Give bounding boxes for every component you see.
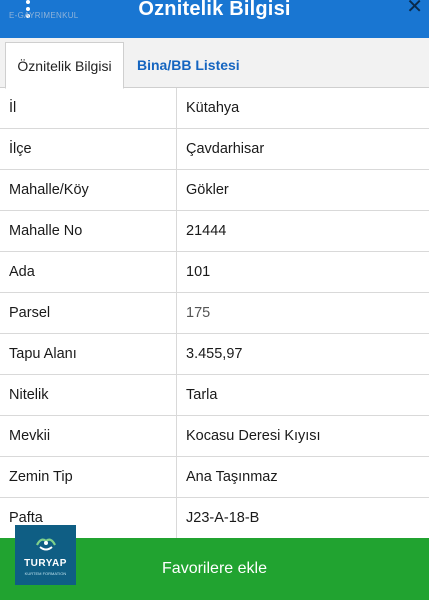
table-row: Mevkii Kocasu Deresi Kıyısı xyxy=(0,416,429,457)
column-divider xyxy=(176,334,177,374)
column-divider xyxy=(176,170,177,210)
row-value: Gökler xyxy=(186,182,229,198)
logo-name: TURYAP xyxy=(24,558,67,569)
row-value: 21444 xyxy=(186,223,227,239)
table-row: İlçe Çavdarhisar xyxy=(0,129,429,170)
column-divider xyxy=(176,88,177,128)
table-row: Tapu Alanı 3.455,97 xyxy=(0,334,429,375)
row-key: Parsel xyxy=(9,305,51,321)
row-value: 175 xyxy=(186,305,211,321)
logo-tagline: KURTEM FORMATION xyxy=(24,571,67,576)
table-row: Nitelik Tarla xyxy=(0,375,429,416)
row-key: Mevkii xyxy=(9,428,51,444)
tab-bina-bb-listesi[interactable]: Bina/BB Listesi xyxy=(127,42,250,89)
row-key: İlçe xyxy=(9,141,32,157)
row-value: J23-A-18-B xyxy=(186,510,260,526)
column-divider xyxy=(176,211,177,251)
row-value: Kocasu Deresi Kıyısı xyxy=(186,428,321,444)
row-key: Tapu Alanı xyxy=(9,346,77,362)
row-key: Zemin Tip xyxy=(9,469,73,485)
row-value: Çavdarhisar xyxy=(186,141,265,157)
row-value: 3.455,97 xyxy=(186,346,243,362)
row-key: Nitelik xyxy=(9,387,49,403)
table-row: Zemin Tip Ana Taşınmaz xyxy=(0,457,429,498)
column-divider xyxy=(176,416,177,456)
column-divider xyxy=(176,129,177,169)
table-row: Mahalle No 21444 xyxy=(0,211,429,252)
tab-oznitelik-bilgisi[interactable]: Öznitelik Bilgisi xyxy=(5,42,124,89)
column-divider xyxy=(176,252,177,292)
table-row: Mahalle/Köy Gökler xyxy=(0,170,429,211)
tab-bar: Öznitelik Bilgisi Bina/BB Listesi xyxy=(0,38,429,89)
table-row: İl Kütahya xyxy=(0,88,429,129)
close-icon[interactable]: ✕ xyxy=(406,0,423,17)
column-divider xyxy=(176,457,177,497)
column-divider xyxy=(176,293,177,333)
app-header: E-GAYRIMENKUL Öznitelik Bilgisi ✕ xyxy=(0,0,429,38)
column-divider xyxy=(176,498,177,538)
row-key: Mahalle/Köy xyxy=(9,182,89,198)
page-title: Öznitelik Bilgisi xyxy=(138,0,291,20)
table-row: Parsel 175 xyxy=(0,293,429,334)
attribute-table: İl Kütahya İlçe Çavdarhisar Mahalle/Köy … xyxy=(0,88,429,539)
row-key: Ada xyxy=(9,264,35,280)
row-value: Kütahya xyxy=(186,100,240,116)
row-value: Tarla xyxy=(186,387,218,403)
handshake-icon xyxy=(36,538,56,551)
turyap-logo: TURYAP KURTEM FORMATION xyxy=(15,525,76,585)
row-value: 101 xyxy=(186,264,211,280)
row-value: Ana Taşınmaz xyxy=(186,469,278,485)
column-divider xyxy=(176,375,177,415)
row-key: Mahalle No xyxy=(9,223,83,239)
table-row: Ada 101 xyxy=(0,252,429,293)
row-key: İl xyxy=(9,100,17,116)
